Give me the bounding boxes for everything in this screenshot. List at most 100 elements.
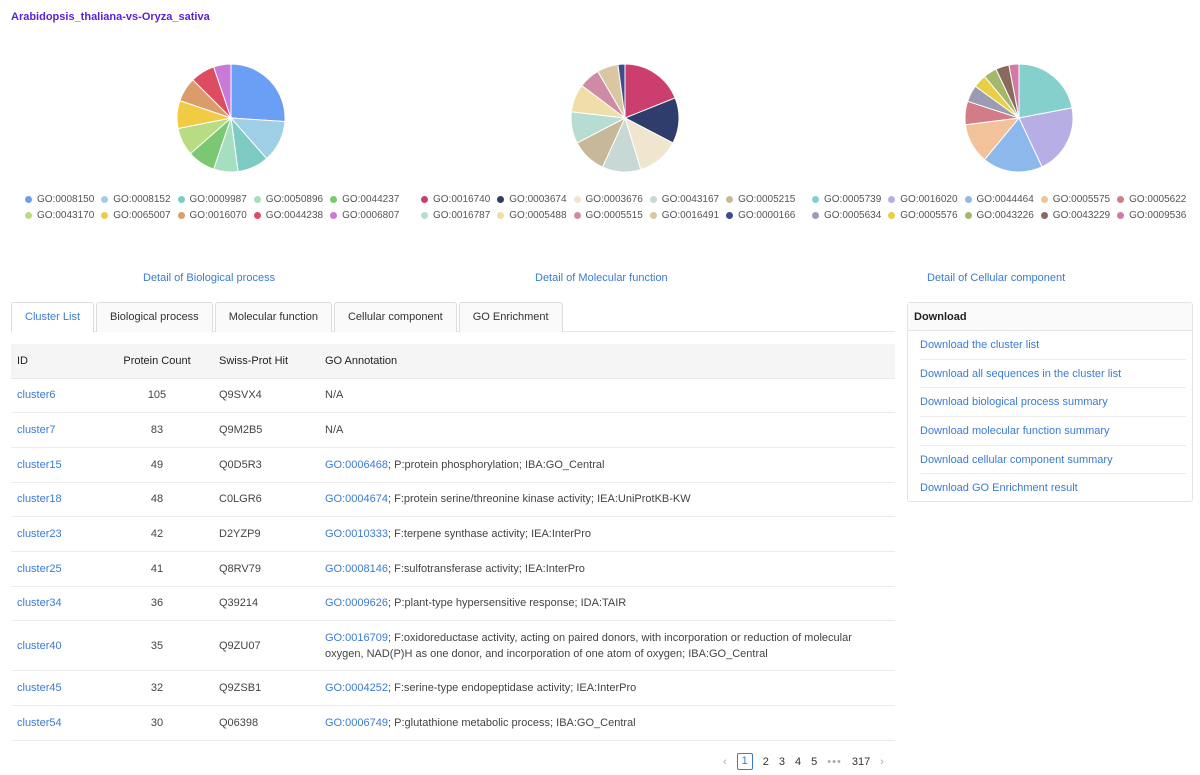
go-annotation: GO:0006749; P:glutathione metabolic proc… — [319, 705, 895, 741]
download-all-sequences-link[interactable]: Download all sequences in the cluster li… — [920, 360, 1186, 389]
download-cluster-list-link[interactable]: Download the cluster list — [920, 331, 1186, 360]
legend-label: GO:0005622 — [1129, 193, 1187, 205]
legend-item[interactable]: GO:0008152 — [101, 194, 171, 205]
legend-item[interactable]: GO:0000166 — [726, 210, 795, 221]
go-term-link[interactable]: GO:0004674 — [325, 493, 388, 505]
download-cellular-component-link[interactable]: Download cellular component summary — [920, 446, 1186, 475]
download-biological-process-link[interactable]: Download biological process summary — [920, 388, 1186, 418]
cluster-id-link[interactable]: cluster25 — [17, 563, 62, 575]
cluster-id-link[interactable]: cluster18 — [17, 493, 62, 505]
protein-count: 35 — [101, 620, 213, 672]
column-header-swiss-prot-hit[interactable]: Swiss-Prot Hit — [213, 344, 319, 379]
go-term-link[interactable]: GO:0010333 — [325, 528, 388, 540]
go-term-link[interactable]: GO:0004252 — [325, 682, 388, 694]
tab-cellular-component[interactable]: Cellular component — [333, 302, 457, 332]
tab-biological-process[interactable]: Biological process — [96, 302, 213, 332]
tab-go-enrichment[interactable]: GO Enrichment — [458, 302, 563, 332]
cluster-id-link[interactable]: cluster6 — [17, 389, 56, 401]
legend-item[interactable]: GO:0005215 — [726, 194, 795, 205]
cluster-id-link[interactable]: cluster45 — [17, 682, 62, 694]
legend-item[interactable]: GO:0005739 — [812, 194, 881, 205]
next-page-button[interactable]: › — [880, 756, 884, 768]
legend-item[interactable]: GO:0016787 — [421, 210, 490, 221]
go-annotation: GO:0004674; F:protein serine/threonine k… — [319, 482, 895, 518]
legend-item[interactable]: GO:0016070 — [177, 210, 247, 221]
legend-dot-icon — [177, 195, 185, 203]
legend-item[interactable]: GO:0044238 — [253, 210, 323, 221]
go-term-link[interactable]: GO:0016709 — [325, 632, 388, 644]
go-annotation-text: ; P:glutathione metabolic process; IBA:G… — [388, 716, 636, 729]
pie-slice-go-0008150[interactable] — [230, 63, 286, 123]
page-3-button[interactable]: 3 — [779, 756, 785, 768]
legend-item[interactable]: GO:0044237 — [330, 194, 399, 205]
legend-item[interactable]: GO:0008150 — [25, 194, 94, 205]
detail-cellular-component-link[interactable]: Detail of Cellular component — [927, 272, 1065, 284]
go-term-link[interactable]: GO:0008146 — [325, 563, 388, 575]
cluster-id-link[interactable]: cluster15 — [17, 459, 62, 471]
page-4-button[interactable]: 4 — [795, 756, 801, 768]
legend-item[interactable]: GO:0003676 — [573, 194, 643, 205]
column-header-go-annotation[interactable]: GO Annotation — [319, 344, 895, 379]
legend-item[interactable]: GO:0005575 — [1040, 193, 1111, 205]
legend-item[interactable]: GO:0016491 — [649, 210, 719, 221]
tab-cluster-list[interactable]: Cluster List — [11, 302, 95, 333]
legend-biological-process: GO:0008150 GO:0008152 GO:0009987 GO:0050896… — [25, 191, 406, 223]
legend-item[interactable]: GO:0005515 — [573, 210, 643, 221]
go-annotation: GO:0008146; F:sulfotransferase activity;… — [319, 551, 895, 587]
legend-item[interactable]: GO:0044464 — [964, 194, 1034, 205]
download-go-enrichment-link[interactable]: Download GO Enrichment result — [920, 474, 1186, 503]
swiss-prot-hit: D2YZP9 — [213, 516, 319, 552]
legend-item[interactable]: GO:0050896 — [253, 193, 324, 205]
legend-item[interactable]: GO:0043229 — [1040, 210, 1110, 221]
column-header-protein-count[interactable]: Protein Count — [101, 344, 213, 379]
legend-label: GO:0005575 — [1052, 193, 1111, 205]
legend-item[interactable]: GO:0043226 — [964, 210, 1034, 221]
cluster-id-link[interactable]: cluster7 — [17, 424, 56, 436]
page-ellipsis[interactable]: ••• — [827, 756, 842, 768]
legend-item[interactable]: GO:0005488 — [497, 210, 567, 221]
table-row: cluster15 49 Q0D5R3 GO:0006468; P:protein p… — [11, 447, 895, 483]
legend-label: GO:0016787 — [433, 209, 491, 221]
go-term-link[interactable]: GO:0006468 — [325, 459, 388, 471]
legend-label: GO:0005576 — [900, 209, 958, 221]
legend-item[interactable]: GO:0016020 — [888, 194, 958, 205]
cluster-id-link[interactable]: cluster34 — [17, 597, 62, 609]
pagination: ‹ 1 2 3 4 5 ••• 317 › — [718, 753, 889, 770]
legend-item[interactable]: GO:0006807 — [330, 210, 399, 221]
page-317-button[interactable]: 317 — [852, 756, 870, 768]
legend-item[interactable]: GO:0009536 — [1117, 210, 1186, 221]
legend-dot-icon — [253, 211, 261, 219]
table-row: cluster40 35 Q9ZU07 GO:0016709; F:oxidoredu… — [11, 620, 895, 672]
cluster-id-link[interactable]: cluster23 — [17, 528, 62, 540]
detail-biological-process-link[interactable]: Detail of Biological process — [143, 272, 275, 284]
tab-molecular-function[interactable]: Molecular function — [214, 302, 332, 332]
legend-item[interactable]: GO:0005634 — [812, 210, 881, 221]
legend-dot-icon — [649, 195, 657, 203]
go-annotation-text: ; P:plant-type hypersensitive response; … — [388, 597, 627, 610]
legend-item[interactable]: GO:0003674 — [497, 194, 567, 205]
cluster-id-link[interactable]: cluster40 — [17, 640, 62, 652]
page-1-button[interactable]: 1 — [736, 753, 753, 770]
legend-label: GO:0050896 — [265, 193, 324, 205]
cluster-id-link[interactable]: cluster54 — [17, 717, 62, 729]
detail-molecular-function-link[interactable]: Detail of Molecular function — [535, 272, 668, 284]
legend-item[interactable]: GO:0005622 — [1117, 194, 1186, 205]
column-header-id[interactable]: ID — [11, 344, 101, 379]
go-term-link[interactable]: GO:0006749 — [325, 717, 388, 729]
download-molecular-function-link[interactable]: Download molecular function summary — [920, 417, 1186, 446]
page-5-button[interactable]: 5 — [811, 756, 817, 768]
legend-dot-icon — [330, 195, 338, 203]
legend-item[interactable]: GO:0043167 — [649, 194, 719, 205]
legend-item[interactable]: GO:0016740 — [421, 194, 490, 205]
page-2-button[interactable]: 2 — [763, 756, 769, 768]
swiss-prot-hit: Q06398 — [213, 705, 319, 741]
table-row: cluster7 83 Q9M2B5 N/A — [11, 412, 895, 448]
swiss-prot-hit: Q0D5R3 — [213, 447, 319, 483]
go-annotation: N/A — [319, 412, 895, 448]
go-term-link[interactable]: GO:0009626 — [325, 597, 388, 609]
legend-item[interactable]: GO:0005576 — [888, 209, 958, 221]
legend-item[interactable]: GO:0043170 — [25, 210, 94, 221]
legend-item[interactable]: GO:0009987 — [177, 194, 247, 205]
prev-page-button[interactable]: ‹ — [723, 756, 727, 768]
legend-item[interactable]: GO:0065007 — [101, 210, 171, 221]
